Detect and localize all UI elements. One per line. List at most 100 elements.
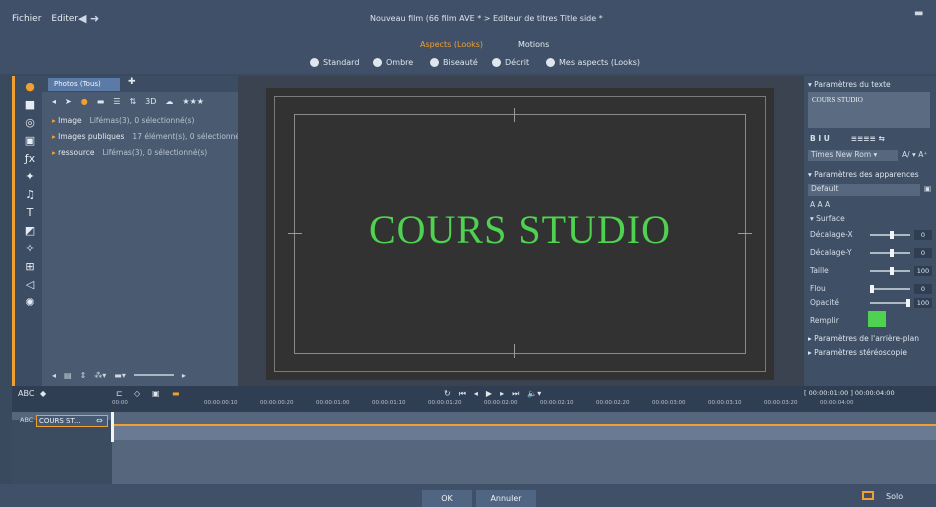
zoom-slider[interactable] bbox=[133, 374, 174, 376]
fx-icon[interactable]: ƒx bbox=[23, 152, 37, 166]
home-icon[interactable]: ● bbox=[23, 80, 37, 94]
title-clip[interactable] bbox=[112, 424, 936, 440]
list-item[interactable]: ▸ ressource Lifémas(3), 0 sélectionné(s) bbox=[52, 148, 207, 157]
title-canvas[interactable]: COURS STUDIO bbox=[266, 88, 774, 380]
menu-file[interactable]: Fichier bbox=[12, 14, 41, 24]
play-icon[interactable]: ▶ bbox=[486, 389, 492, 399]
line-view-icon[interactable]: ▬▾ bbox=[114, 371, 126, 380]
back-icon[interactable]: ◂ bbox=[52, 97, 56, 106]
text-icon[interactable]: T bbox=[23, 206, 37, 220]
step-forward-icon[interactable]: ▸ bbox=[500, 389, 504, 399]
appearance-header[interactable]: ▾ Paramètres des apparences bbox=[808, 170, 919, 179]
settings-icon[interactable]: ✺ bbox=[23, 296, 37, 310]
stereo-params-header[interactable]: ▸ Paramètres stéréoscopie bbox=[808, 348, 907, 357]
crosshair-top bbox=[514, 108, 515, 122]
delete-icon[interactable]: ▤ bbox=[64, 371, 72, 380]
abc-icon[interactable]: ABC bbox=[18, 389, 34, 398]
save-icon[interactable]: ▣ bbox=[924, 184, 931, 193]
globe-icon[interactable]: ◎ bbox=[23, 116, 37, 130]
undo-redo-icons[interactable]: ◀ ➜ bbox=[78, 12, 99, 25]
rating-icon[interactable]: ★★★ bbox=[182, 97, 204, 106]
sort-icon[interactable]: ⇅ bbox=[129, 97, 136, 106]
list-item[interactable]: ▸ Images publiques 17 élément(s), 0 sélec… bbox=[52, 132, 250, 141]
audio-icon[interactable]: ◁ bbox=[23, 278, 37, 292]
list-item[interactable]: ▸ Image Lifémas(3), 0 sélectionné(s) bbox=[52, 116, 194, 125]
font-size-select[interactable]: A/ ▾ A⁺ bbox=[902, 150, 927, 159]
grid-view-icon[interactable]: ⁂▾ bbox=[94, 371, 106, 380]
offset-x-slider[interactable] bbox=[870, 231, 910, 239]
offset-y-slider[interactable] bbox=[870, 249, 910, 257]
track-header bbox=[12, 420, 112, 484]
time-ruler[interactable]: 00:00 00:00:00:10 00:00:00:20 00:00:01:0… bbox=[112, 400, 936, 410]
add-layer-icons[interactable]: A A A bbox=[810, 200, 830, 209]
solo-icon[interactable] bbox=[862, 491, 874, 500]
step-back-icon[interactable]: ◂ bbox=[474, 389, 478, 399]
effects-icon[interactable]: ✧ bbox=[23, 242, 37, 256]
image-icon[interactable]: ▣ bbox=[23, 134, 37, 148]
offset-x-value[interactable]: 0 bbox=[914, 230, 932, 240]
library-tabs: Photos (Tous) ✚ bbox=[42, 76, 238, 92]
opacity-value[interactable]: 100 bbox=[914, 298, 932, 308]
minimize-icon[interactable]: ▬ bbox=[914, 8, 923, 19]
go-start-icon[interactable]: ⏮ bbox=[459, 389, 466, 399]
background-params-header[interactable]: ▸ Paramètres de l'arrière-plan bbox=[808, 334, 919, 343]
playhead[interactable] bbox=[111, 412, 114, 442]
add-tab-icon[interactable]: ✚ bbox=[128, 77, 136, 87]
offset-x-label: Décalage-X bbox=[810, 230, 853, 239]
adjust-icon[interactable]: ⇕ bbox=[80, 371, 87, 380]
blur-slider[interactable] bbox=[870, 285, 910, 293]
cancel-button[interactable]: Annuler bbox=[476, 490, 536, 507]
style-biseaute[interactable]: Biseauté bbox=[430, 58, 478, 67]
list-view-icon[interactable]: ☰ bbox=[113, 97, 120, 106]
folder-open-icon[interactable]: ▬ bbox=[97, 97, 105, 106]
surface-header[interactable]: ▾ Surface bbox=[810, 214, 845, 223]
tab-motions[interactable]: Motions bbox=[518, 40, 549, 49]
text-content-field[interactable]: COURS STUDIO bbox=[808, 92, 930, 128]
volume-icon[interactable]: 🔈▾ bbox=[527, 389, 541, 399]
size-slider[interactable] bbox=[870, 267, 910, 275]
preset-select[interactable]: Default bbox=[808, 184, 920, 196]
loop-icon[interactable]: ↻ bbox=[444, 389, 451, 399]
timecode-display[interactable]: [ 00:00:01:00 ] 00:00:04:00 bbox=[804, 389, 895, 397]
copy-icon[interactable]: ▣ bbox=[152, 389, 160, 398]
expand-icon[interactable]: ▸ bbox=[182, 371, 186, 380]
properties-panel: ▾ Paramètres du texte COURS STUDIO B I U… bbox=[804, 76, 936, 386]
tool-rail: ● ■ ◎ ▣ ƒx ✦ ♫ T ◩ ✧ ⊞ ◁ ✺ bbox=[12, 76, 42, 386]
go-end-icon[interactable]: ⏭ bbox=[512, 389, 519, 399]
style-my-looks[interactable]: Mes aspects (Looks) bbox=[546, 58, 640, 67]
opacity-slider[interactable] bbox=[870, 299, 910, 307]
split-icon[interactable]: ⊏ bbox=[116, 389, 123, 398]
style-standard[interactable]: Standard bbox=[310, 58, 359, 67]
link-icon[interactable]: ⇔ bbox=[96, 416, 103, 425]
title-text[interactable]: COURS STUDIO bbox=[266, 206, 774, 253]
music-icon[interactable]: ♫ bbox=[23, 188, 37, 202]
solo-label[interactable]: Solo bbox=[886, 492, 903, 501]
pin-icon[interactable]: ➤ bbox=[65, 97, 72, 106]
style-ombre[interactable]: Ombre bbox=[373, 58, 413, 67]
tab-photos[interactable]: Photos (Tous) bbox=[48, 78, 120, 91]
offset-y-value[interactable]: 0 bbox=[914, 248, 932, 258]
format-toolbar[interactable]: B I U ≡≡≡≡ ⇆ bbox=[810, 134, 885, 143]
sticker-icon[interactable]: ◩ bbox=[23, 224, 37, 238]
cloud-icon[interactable]: ☁ bbox=[165, 97, 173, 106]
font-select[interactable]: Times New Rom ▾ bbox=[808, 150, 898, 161]
timeline-toolbar: ABC ◆ ⊏ ◇ ▣ ▬ ↻ ⏮ ◂ ▶ ▸ ⏭ 🔈▾ [ 00:00:01:… bbox=[12, 386, 936, 412]
3d-icon[interactable]: 3D bbox=[145, 97, 156, 106]
filter-icon[interactable]: ● bbox=[81, 97, 88, 106]
montage-icon[interactable]: ⊞ bbox=[23, 260, 37, 274]
tab-looks[interactable]: Aspects (Looks) bbox=[420, 40, 483, 49]
style-decrit[interactable]: Décrit bbox=[492, 58, 529, 67]
folder-icon[interactable]: ■ bbox=[23, 98, 37, 112]
ok-button[interactable]: OK bbox=[422, 490, 472, 507]
collapse-icon[interactable]: ◂ bbox=[52, 371, 56, 380]
menu-edit[interactable]: Editer bbox=[51, 14, 78, 24]
blur-value[interactable]: 0 bbox=[914, 284, 932, 294]
pin-track-icon[interactable]: ◆ bbox=[40, 389, 46, 398]
menu-bar: Fichier Editer bbox=[12, 14, 78, 24]
text-params-header[interactable]: ▾ Paramètres du texte bbox=[808, 80, 891, 89]
fill-color-swatch[interactable] bbox=[868, 311, 886, 327]
transition-icon[interactable]: ✦ bbox=[23, 170, 37, 184]
marker-icon[interactable]: ◇ bbox=[134, 389, 140, 398]
size-value[interactable]: 100 bbox=[914, 266, 932, 276]
snap-icon[interactable]: ▬ bbox=[172, 389, 180, 398]
